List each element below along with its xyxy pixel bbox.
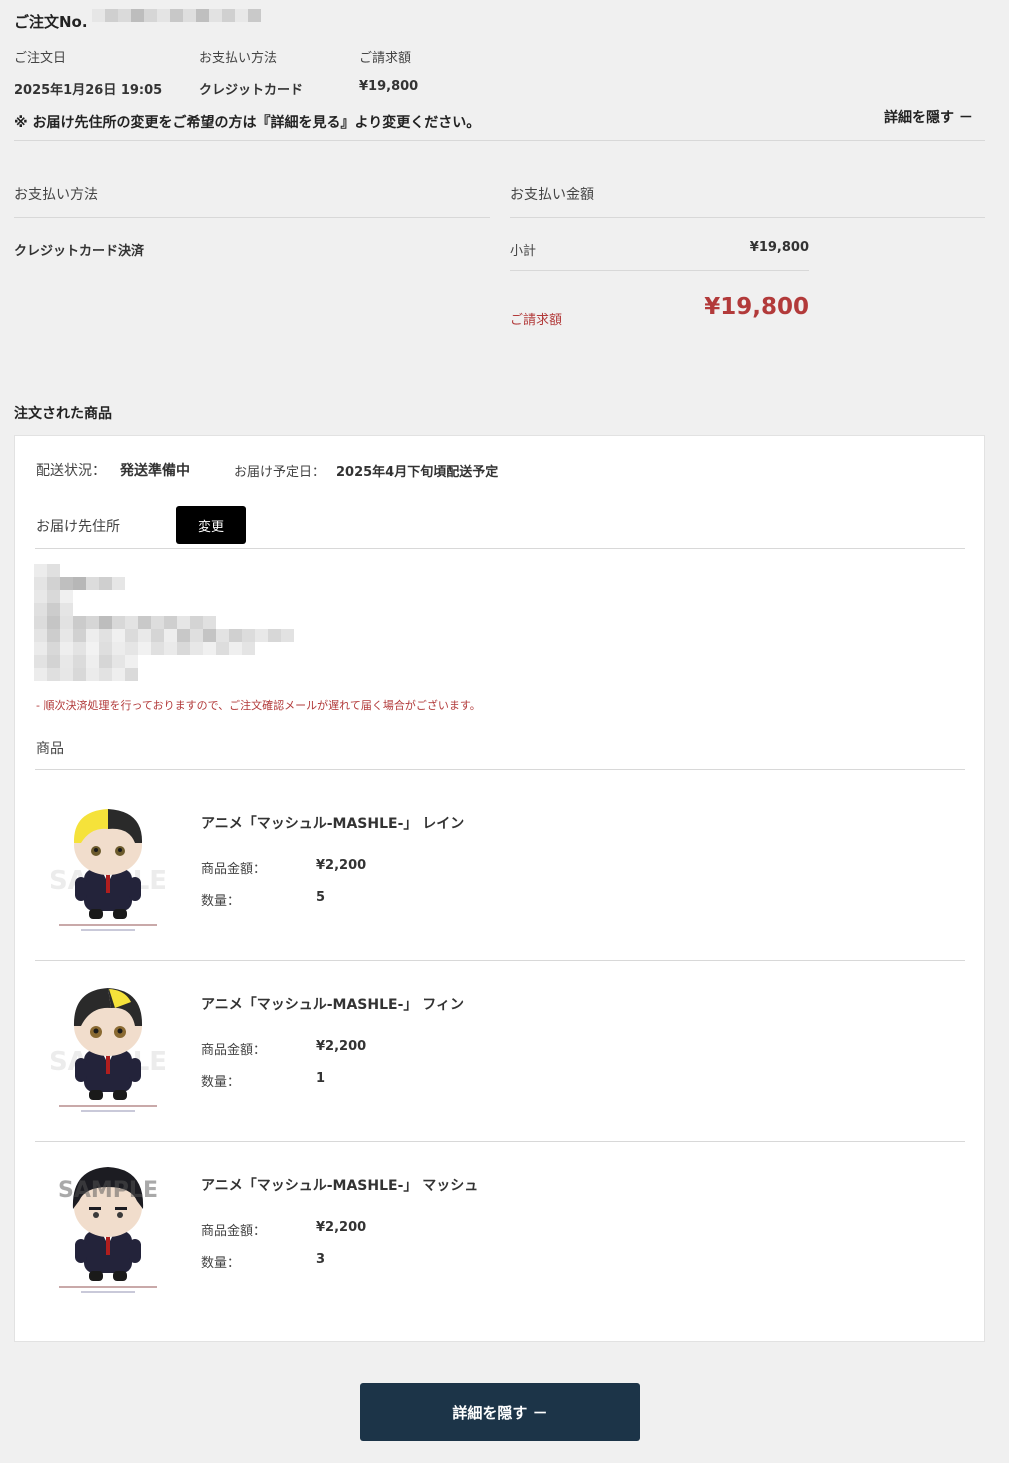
product-image-rain: SAMPLE [49, 799, 167, 939]
delivery-date-label: お届け予定日： [234, 465, 326, 480]
ordered-items-title: 注文された商品 [14, 406, 112, 422]
billed-total-value: ¥19,800 [704, 294, 809, 320]
order-date-value: 2025年1月26日 19:05 [14, 83, 163, 98]
hide-details-button[interactable]: 詳細を隠す － [360, 1383, 640, 1441]
product-price-label: 商品金額： [201, 1224, 267, 1239]
payment-amount-divider [510, 217, 985, 218]
product-qty-value: 5 [316, 890, 326, 905]
order-number-label: ご注文No. [14, 13, 88, 31]
svg-text:SAMPLE: SAMPLE [58, 1178, 158, 1203]
payment-method-label: お支払い方法 [199, 51, 278, 66]
address-divider [35, 548, 965, 549]
payment-method-value: クレジットカード [199, 83, 304, 98]
product-name: アニメ「マッシュル-MASHLE-」 マッシュ [201, 1178, 479, 1194]
payment-method-detail: クレジットカード決済 [14, 244, 145, 259]
payment-method-divider [14, 217, 490, 218]
billed-amount-label: ご請求額 [359, 51, 412, 66]
order-date-label: ご注文日 [14, 51, 67, 66]
product-name: アニメ「マッシュル-MASHLE-」 フィン [201, 997, 464, 1013]
product-price-label: 商品金額： [201, 1043, 267, 1058]
product-qty-label: 数量： [201, 894, 241, 909]
product-price-value: ¥2,200 [316, 1220, 367, 1235]
products-divider [35, 769, 965, 770]
subtotal-label: 小計 [510, 244, 537, 259]
shipping-status-value: 発送準備中 [120, 463, 190, 479]
product-qty-label: 数量： [201, 1075, 241, 1090]
ordered-items-card: 配送状況： 発送準備中 お届け予定日： 2025年4月下旬頃配送予定 お届け先住… [14, 435, 985, 1342]
order-number-redacted [92, 9, 261, 22]
product-price-value: ¥2,200 [316, 1039, 367, 1054]
shipping-status-label: 配送状況： [36, 463, 106, 479]
product-row: SAMPLE アニメ「マッシュル-MASHL [35, 779, 965, 960]
product-price-value: ¥2,200 [316, 858, 367, 873]
delivery-date-value: 2025年4月下旬頃配送予定 [336, 465, 499, 480]
product-image-finn: SAMPLE [49, 980, 167, 1120]
product-row: SAMPLE アニメ「マッシュル-MASHLE-」 マッシュ 商品金額： ¥2,… [35, 1141, 965, 1322]
product-qty-value: 3 [316, 1252, 326, 1267]
subtotal-value: ¥19,800 [749, 240, 809, 255]
header-divider [14, 140, 985, 141]
billed-total-label: ご請求額 [510, 313, 563, 328]
payment-method-heading: お支払い方法 [14, 187, 98, 203]
address-redacted [34, 564, 294, 681]
hide-details-link[interactable]: 詳細を隠す － [884, 107, 973, 127]
product-price-label: 商品金額： [201, 862, 267, 877]
product-name: アニメ「マッシュル-MASHLE-」 レイン [201, 816, 465, 832]
products-label: 商品 [36, 741, 64, 757]
address-label: お届け先住所 [36, 519, 120, 535]
subtotal-divider [510, 270, 809, 271]
product-row: SAMPLE アニメ「マッシュル-MASHLE-」 フィン [35, 960, 965, 1141]
payment-amount-heading: お支払い金額 [510, 187, 594, 203]
change-address-button[interactable]: 変更 [176, 506, 246, 544]
product-image-mash: SAMPLE [51, 1161, 165, 1301]
billed-amount-value: ¥19,800 [359, 79, 419, 94]
address-change-notice: ※ お届け先住所の変更をご希望の方は『詳細を見る』より変更ください。 [14, 115, 481, 131]
product-qty-label: 数量： [201, 1256, 241, 1271]
product-qty-value: 1 [316, 1071, 326, 1086]
payment-processing-note: - 順次決済処理を行っておりますので、ご注文確認メールが遅れて届く場合がございま… [36, 699, 481, 712]
